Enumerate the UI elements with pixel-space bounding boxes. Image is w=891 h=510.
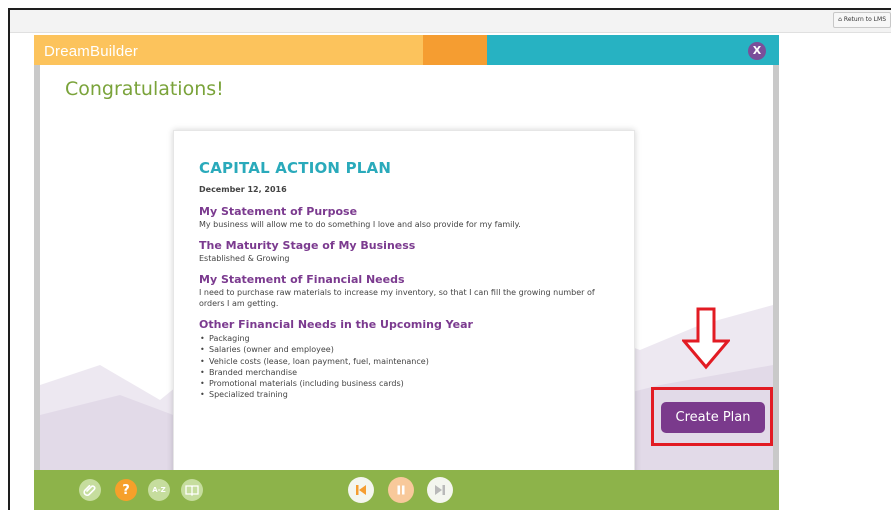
section-heading: The Maturity Stage of My Business (199, 239, 416, 252)
help-button[interactable]: ? (115, 479, 137, 501)
footer-bar: ? A-Z (34, 470, 779, 510)
list-item: Packaging (199, 333, 612, 345)
return-to-lms-label: Return to LMS (843, 16, 886, 23)
create-plan-button[interactable]: Create Plan (661, 402, 765, 433)
financial-needs-list: Packaging Salaries (owner and employee) … (199, 333, 612, 401)
paperclip-icon (83, 484, 96, 496)
next-icon (435, 485, 445, 495)
glossary-button[interactable]: A-Z (148, 479, 170, 501)
doc-title: CAPITAL ACTION PLAN (199, 159, 392, 177)
section-text: I need to purchase raw materials to incr… (199, 288, 595, 308)
header-orange-band (423, 35, 487, 65)
section-heading: My Statement of Financial Needs (199, 273, 405, 286)
down-arrow-icon (682, 307, 730, 370)
pause-button[interactable] (388, 477, 414, 503)
header-teal-band (487, 35, 779, 65)
next-button[interactable] (427, 477, 453, 503)
list-item: Specialized training (199, 389, 612, 401)
previous-button[interactable] (348, 477, 374, 503)
plan-document: CAPITAL ACTION PLAN December 12, 2016 My… (173, 130, 635, 470)
pause-icon (397, 485, 405, 495)
return-to-lms-link[interactable]: ⌂ Return to LMS (833, 12, 891, 28)
dreambuilder-logo: DreamBuilder (44, 43, 139, 60)
section-heading: Other Financial Needs in the Upcoming Ye… (199, 318, 473, 331)
glossary-icon: A-Z (152, 486, 166, 494)
page-title: Congratulations! (65, 78, 224, 100)
header-bar (34, 35, 779, 65)
doc-date: December 12, 2016 (199, 185, 287, 194)
section-text: My business will allow me to do somethin… (199, 220, 521, 229)
previous-icon (356, 485, 366, 495)
browser-bar: ⌂ Return to LMS (10, 10, 891, 33)
list-item: Vehicle costs (lease, loan payment, fuel… (199, 356, 612, 368)
section-heading: My Statement of Purpose (199, 205, 358, 218)
list-item: Salaries (owner and employee) (199, 344, 612, 356)
section-text: Established & Growing (199, 254, 290, 263)
list-item: Promotional materials (including busines… (199, 378, 612, 390)
resources-button[interactable] (181, 479, 203, 501)
list-item: Branded merchandise (199, 367, 612, 379)
home-icon: ⌂ (838, 16, 842, 23)
book-icon (185, 485, 199, 496)
attachment-button[interactable] (79, 479, 101, 501)
close-button[interactable]: X (748, 42, 766, 60)
help-icon: ? (122, 482, 130, 498)
